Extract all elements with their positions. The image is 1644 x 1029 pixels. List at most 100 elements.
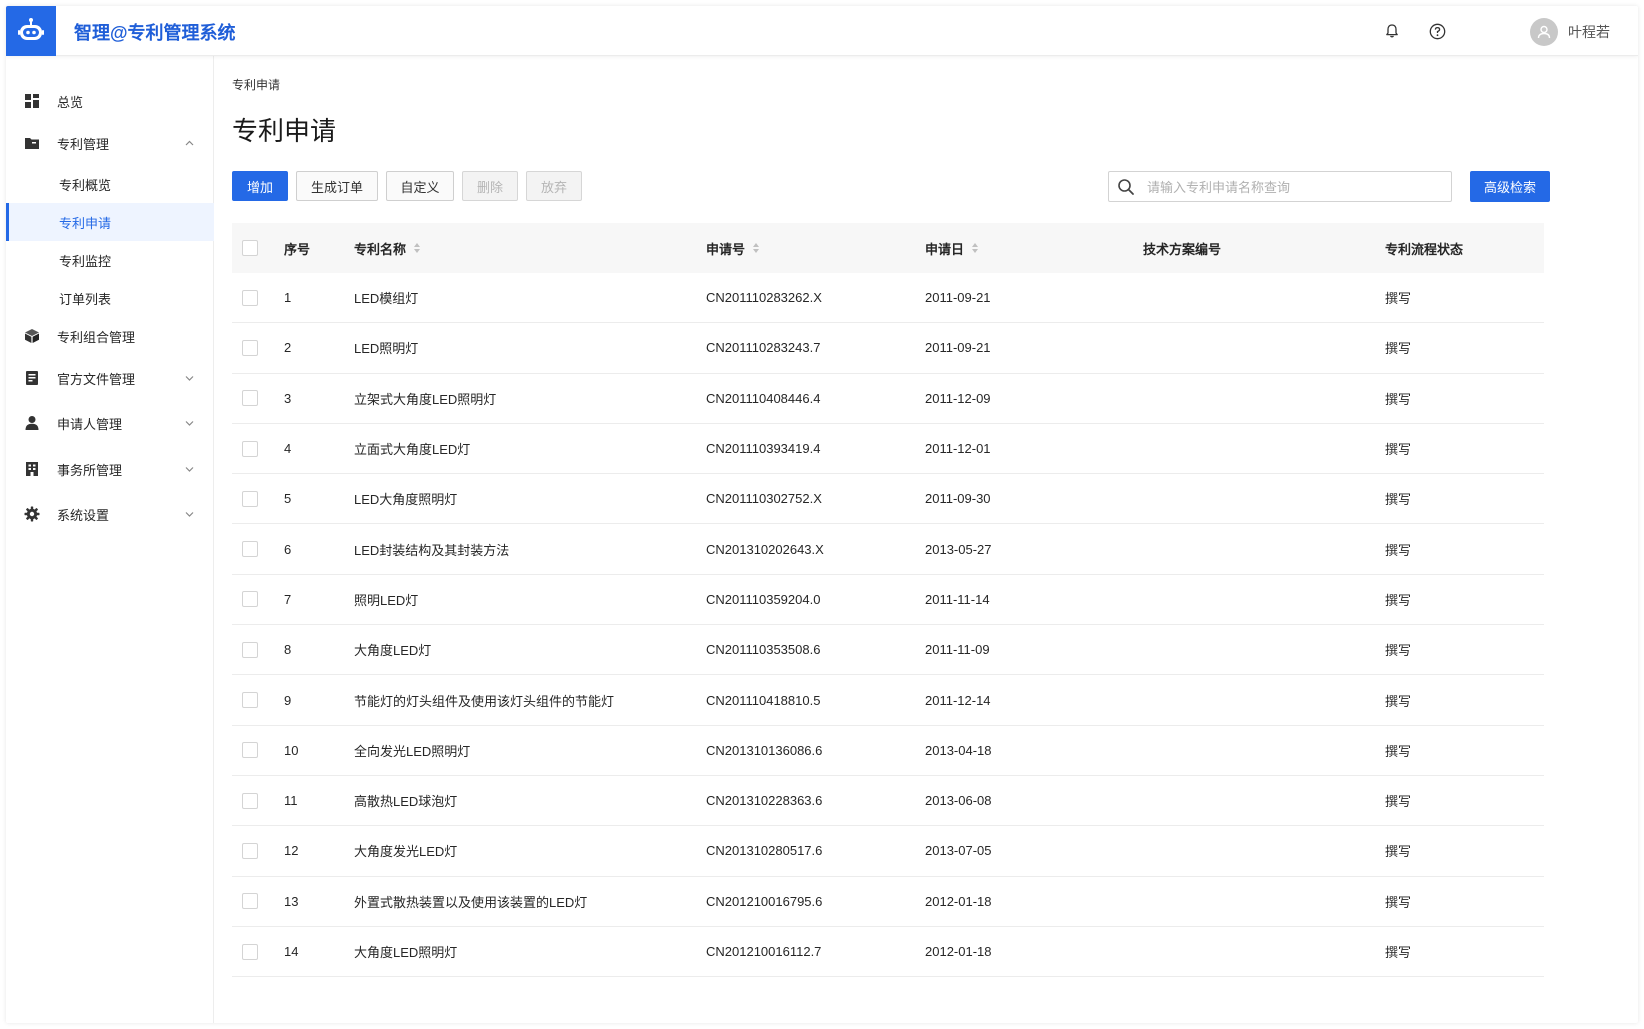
- table-row[interactable]: 2 LED照明灯 CN201110283243.7 2011-09-21 撰写: [232, 323, 1544, 374]
- table-row[interactable]: 12 大角度发光LED灯 CN201310280517.6 2013-07-05 撰写: [232, 826, 1544, 877]
- row-checkbox[interactable]: [242, 591, 258, 608]
- row-checkbox[interactable]: [242, 842, 258, 859]
- table-row[interactable]: 5 LED大角度照明灯 CN201110302752.X 2011-09-30 撰写: [232, 474, 1544, 525]
- sidebar-item-applicants[interactable]: 申请人管理: [6, 403, 214, 443]
- row-checkbox[interactable]: [242, 390, 258, 407]
- cell-application-date: 2011-11-09: [925, 642, 990, 658]
- cell-patent-name: LED大角度照明灯: [354, 492, 458, 508]
- sort-icon[interactable]: [414, 243, 421, 253]
- cell-application-number: CN201110393419.4: [706, 441, 821, 457]
- cell-application-date: 2011-12-01: [925, 441, 991, 457]
- sidebar-item-patent-management[interactable]: 专利管理: [6, 123, 214, 163]
- cell-status: 撰写: [1385, 291, 1412, 307]
- cell-index: 9: [284, 692, 292, 708]
- header-status: 专利流程状态: [1385, 241, 1464, 257]
- row-checkbox[interactable]: [242, 692, 258, 709]
- sidebar-item-order-list[interactable]: 订单列表: [6, 279, 214, 317]
- cell-patent-name: LED照明灯: [354, 341, 419, 357]
- cell-status: 撰写: [1385, 894, 1412, 910]
- row-checkbox[interactable]: [242, 742, 258, 759]
- select-all-checkbox[interactable]: [242, 240, 258, 256]
- table-row[interactable]: 3 立架式大角度LED照明灯 CN201110408446.4 2011-12-09 撰…: [232, 374, 1544, 424]
- delete-button[interactable]: 删除: [462, 171, 518, 201]
- advanced-search-button[interactable]: 高级检索: [1470, 171, 1550, 202]
- row-checkbox[interactable]: [242, 440, 258, 457]
- table-row[interactable]: 10 全向发光LED照明灯 CN201310136086.6 2013-04-18 撰写: [232, 726, 1544, 776]
- sidebar-item-label: 专利管理: [57, 136, 110, 152]
- cell-application-number: CN201210016112.7: [706, 944, 822, 959]
- chevron-up-icon: [184, 138, 194, 148]
- row-checkbox[interactable]: [242, 943, 258, 960]
- cell-application-date: 2013-07-05: [925, 843, 992, 859]
- sidebar-item-label: 专利监控: [59, 253, 112, 269]
- table-row[interactable]: 11 高散热LED球泡灯 CN201310228363.6 2013-06-08 撰写: [232, 776, 1544, 827]
- cell-status: 撰写: [1385, 844, 1412, 860]
- table-row[interactable]: 6 LED封装结构及其封装方法 CN201310202643.X 2013-05-27…: [232, 524, 1544, 575]
- row-checkbox[interactable]: [242, 339, 258, 356]
- sort-icon[interactable]: [972, 243, 979, 253]
- row-checkbox[interactable]: [242, 893, 258, 910]
- person-icon: [24, 415, 40, 431]
- breadcrumb[interactable]: 专利申请: [232, 76, 280, 93]
- row-checkbox[interactable]: [242, 541, 258, 558]
- cell-application-number: CN201310228363.6: [706, 793, 823, 809]
- cell-application-number: CN201210016795.6: [706, 893, 823, 909]
- gear-icon: [24, 506, 40, 522]
- row-checkbox[interactable]: [242, 641, 258, 658]
- cell-application-number: CN201110408446.4: [706, 390, 821, 406]
- cell-application-date: 2012-01-18: [925, 893, 992, 909]
- search-input[interactable]: [1147, 176, 1443, 198]
- page-title: 专利申请: [232, 116, 337, 146]
- header-app-no[interactable]: 申请号: [706, 223, 760, 273]
- building-icon: [24, 461, 40, 477]
- sidebar-item-patent-overview[interactable]: 专利概览: [6, 165, 214, 203]
- cell-application-number: CN201110353508.6: [706, 642, 821, 658]
- table-row[interactable]: 1 LED模组灯 CN201110283262.X 2011-09-21 撰写: [232, 273, 1544, 324]
- chevron-down-icon: [184, 464, 194, 474]
- logo[interactable]: [6, 6, 56, 56]
- row-checkbox[interactable]: [242, 490, 258, 507]
- avatar[interactable]: [1530, 18, 1558, 46]
- cell-patent-name: 大角度发光LED灯: [354, 844, 458, 860]
- sidebar-item-overview[interactable]: 总览: [6, 81, 214, 121]
- table-row[interactable]: 7 照明LED灯 CN201110359204.0 2011-11-14 撰写: [232, 575, 1544, 626]
- cell-application-number: CN201310136086.6: [706, 742, 823, 758]
- cell-patent-name: 立面式大角度LED灯: [354, 442, 471, 458]
- main-content: 专利申请 专利申请 增加 生成订单 自定义 删除 放弃 高级检索 序号 专利名称: [214, 56, 1638, 1023]
- search-icon[interactable]: [1117, 178, 1135, 196]
- add-button[interactable]: 增加: [232, 171, 288, 201]
- sidebar-item-patent-monitor[interactable]: 专利监控: [6, 241, 214, 279]
- row-checkbox[interactable]: [242, 792, 258, 809]
- cell-application-date: 2011-11-14: [925, 591, 990, 607]
- user-name[interactable]: 叶程若: [1568, 22, 1610, 42]
- header-name[interactable]: 专利名称: [354, 223, 421, 273]
- cube-icon: [24, 328, 40, 344]
- abandon-button[interactable]: 放弃: [526, 171, 582, 201]
- sort-icon[interactable]: [753, 243, 760, 253]
- customize-button[interactable]: 自定义: [386, 171, 454, 201]
- help-icon[interactable]: [1427, 21, 1447, 41]
- table-row[interactable]: 14 大角度LED照明灯 CN201210016112.7 2012-01-18 撰写: [232, 927, 1544, 978]
- app-frame: 智理@专利管理系统 叶程若 总览 专利管理 专利概览 专利申请 专利监控 订单列…: [6, 6, 1638, 1023]
- table-header: 序号 专利名称 申请号 申请日 技术方案编号 专利流程状态: [232, 223, 1544, 273]
- table-row[interactable]: 8 大角度LED灯 CN201110353508.6 2011-11-09 撰写: [232, 625, 1544, 676]
- dashboard-grid-icon: [24, 93, 40, 109]
- sidebar-item-official-docs[interactable]: 官方文件管理: [6, 358, 214, 398]
- table-row[interactable]: 4 立面式大角度LED灯 CN201110393419.4 2011-12-01 撰写: [232, 424, 1544, 475]
- sidebar-item-settings[interactable]: 系统设置: [6, 494, 214, 534]
- table-row[interactable]: 9 节能灯的灯头组件及使用该灯头组件的节能灯 CN201110418810.5 201…: [232, 675, 1544, 726]
- cell-index: 13: [284, 893, 299, 909]
- search-box: [1108, 171, 1452, 202]
- bell-icon[interactable]: [1382, 21, 1402, 41]
- sidebar-item-label: 申请人管理: [57, 416, 123, 432]
- sidebar-item-patent-application[interactable]: 专利申请: [6, 203, 214, 241]
- sidebar-item-portfolio[interactable]: 专利组合管理: [6, 316, 214, 356]
- generate-order-button[interactable]: 生成订单: [296, 171, 378, 201]
- sidebar-item-law-firms[interactable]: 事务所管理: [6, 449, 214, 489]
- header-app-date[interactable]: 申请日: [925, 223, 979, 273]
- table-row[interactable]: 13 外置式散热装置以及使用该装置的LED灯 CN201210016795.6 201…: [232, 877, 1544, 927]
- row-checkbox[interactable]: [242, 289, 258, 306]
- chevron-down-icon: [184, 509, 194, 519]
- sidebar-item-label: 订单列表: [59, 291, 112, 307]
- cell-status: 撰写: [1385, 442, 1412, 458]
